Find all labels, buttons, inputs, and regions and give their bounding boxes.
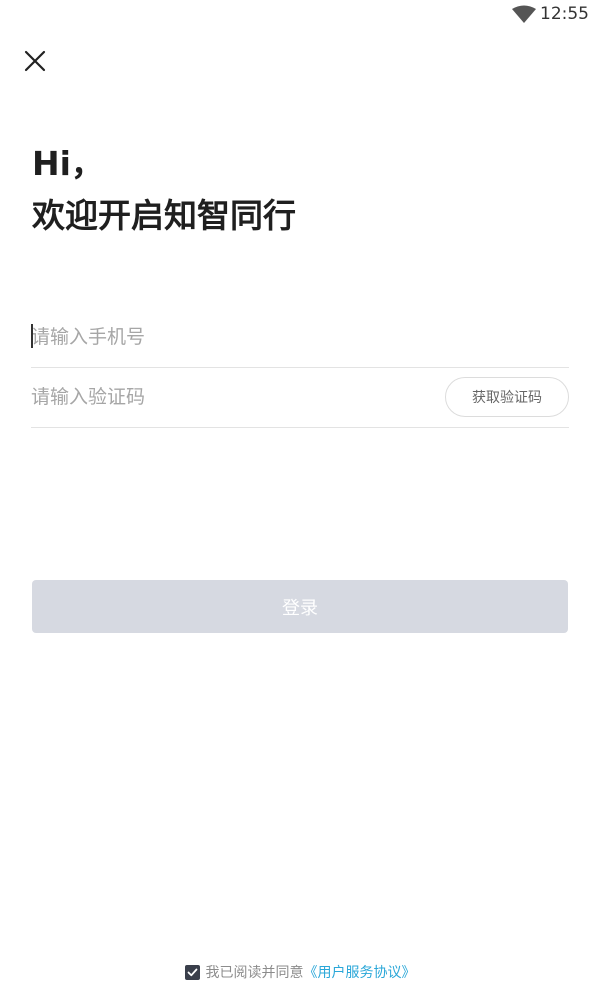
welcome-heading: Hi， 欢迎开启知智同行 (32, 138, 296, 242)
status-bar: 12:55 (0, 0, 600, 30)
greeting-line-2: 欢迎开启知智同行 (32, 196, 296, 235)
greeting-line-1: Hi， (32, 144, 104, 183)
get-code-button[interactable]: 获取验证码 (445, 377, 569, 417)
user-agreement-link[interactable]: 《用户服务协议》 (304, 962, 416, 982)
close-icon (20, 46, 50, 76)
agreement-row: 我已阅读并同意 《用户服务协议》 (0, 961, 600, 983)
login-button[interactable]: 登录 (32, 580, 568, 633)
status-time: 12:55 (540, 4, 589, 24)
code-field: 获取验证码 (31, 367, 569, 428)
text-cursor (31, 324, 33, 348)
phone-input[interactable] (31, 321, 431, 353)
close-button[interactable] (20, 46, 50, 76)
verification-code-input[interactable] (31, 381, 431, 413)
check-icon (187, 967, 198, 978)
phone-field (31, 307, 569, 368)
agreement-text: 我已阅读并同意 (205, 965, 304, 981)
wifi-icon (512, 5, 536, 23)
agreement-checkbox[interactable] (184, 964, 200, 980)
